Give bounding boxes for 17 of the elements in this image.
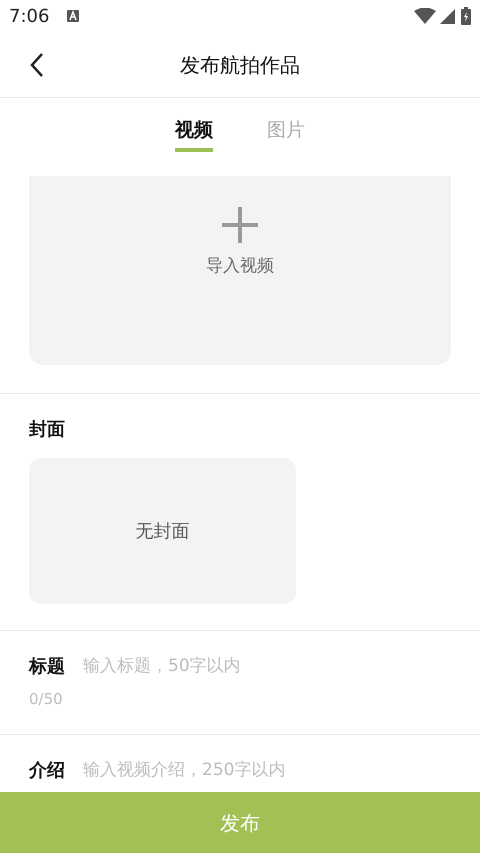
- field-label: 介绍: [29, 759, 65, 783]
- signal-icon: [440, 8, 455, 24]
- tab[interactable]: 视频: [175, 98, 213, 152]
- plus-icon: [221, 206, 259, 244]
- notification-icon: [67, 10, 80, 22]
- character-counter: 0/50: [29, 689, 64, 710]
- status-time: 7:06: [9, 4, 50, 28]
- back-icon: [30, 53, 44, 77]
- input-field[interactable]: 输入标题，50字以内: [83, 654, 451, 680]
- wifi-icon: [414, 8, 436, 24]
- page-title: 发布航拍作品: [180, 52, 300, 78]
- import-video-button[interactable]: 导入视频: [29, 176, 451, 365]
- battery-icon: [461, 7, 471, 25]
- field-label: 标题: [29, 655, 65, 679]
- input-field[interactable]: 输入视频介绍，250字以内: [83, 758, 451, 784]
- cover-picker[interactable]: 无封面: [29, 458, 296, 604]
- section-heading: 封面: [29, 418, 66, 442]
